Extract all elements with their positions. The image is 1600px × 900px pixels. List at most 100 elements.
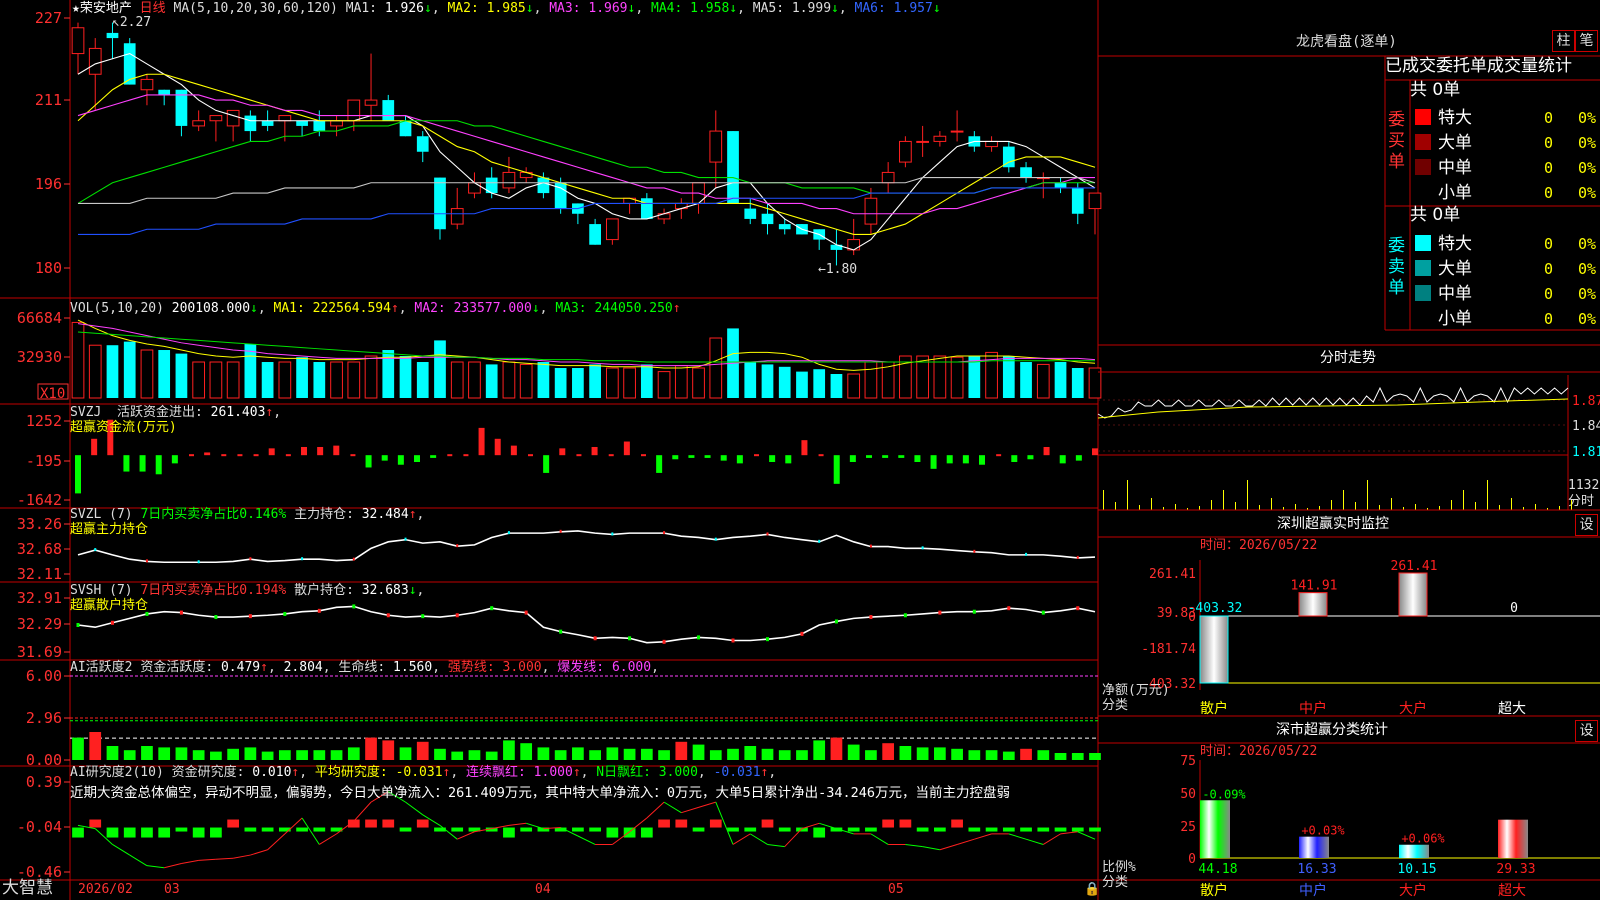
svzj-bar-out [736,455,743,464]
ai1-bar [727,748,739,760]
ai2-line-seg [1025,838,1044,845]
vol-bar-up [623,367,636,399]
ai1-bar [865,750,877,760]
ai2-red: 1.000 [533,765,573,780]
ai2-bar-down [175,827,188,832]
svzj-bar-out [75,455,81,494]
svzj-bar-out [543,455,550,473]
ai1-title2: 生命线: [338,660,386,675]
ma3-label: MA3: [549,1,581,16]
ai2-n: 3.000 [658,765,698,780]
intraday-vol-bar [1103,490,1104,510]
ai2-bar-down [158,827,171,838]
candle-body-up [226,109,240,127]
svsh-axis-tick: 32.91 [17,589,62,607]
classify-settings-button[interactable]: 设 [1575,720,1598,742]
svzj-bar-out [866,455,872,458]
candle-body-down [399,120,412,137]
ai2-line-seg [353,801,372,822]
vol-ma2-arrow: ↓ [531,301,540,316]
ai1-bar [934,747,946,760]
vol-bar-down [123,341,136,398]
svzj-bar-zero [754,454,759,457]
price-axis-tick: 196 [35,175,62,193]
intraday-vol-bar [1127,480,1128,510]
vol-bar-down [434,340,446,398]
intraday-avg-line [1097,398,1569,419]
svzj-bar-out [414,455,420,463]
ai2-last-arrow: ↑ [760,765,769,780]
ai1-bar [330,750,343,760]
ai2-bar-down [451,827,464,832]
classify-value: 16.33 [1297,862,1336,877]
ai1-bar [382,740,395,760]
svsh-value: 32.683 [361,583,409,598]
svzj-bar-in [1092,448,1098,456]
ai1-bar [761,748,774,760]
ai1-bar [709,750,722,760]
vol-value: 200108.000 [171,301,251,316]
svzj-label: SVZJ [70,405,102,420]
vol-bar-down [761,364,774,398]
svzj-bar-zero [463,454,469,457]
ai2-bar-down [106,827,119,838]
svzl-marker [197,560,200,564]
ai1-bar [503,740,515,760]
vol-bar-up [140,349,154,399]
ai1-bar [882,743,895,760]
intraday-vol-label: 11322 [1568,478,1600,493]
candle-body-down [158,89,171,95]
candle-body-up [502,171,516,189]
classify-cat-label: 分类 [1102,875,1129,890]
svzl-axis-tick: 33.26 [17,515,62,533]
low-note: ←1.80 [818,262,858,277]
buy-row-name: 特大 [1438,108,1472,128]
ai2-bar-up [675,819,688,828]
monitor-cat-label: 分类 [1102,698,1129,713]
svzj-bar-zero [285,454,291,457]
svzj-bar-out [1059,455,1066,464]
vol-bar-up [1036,363,1050,399]
ai1-bar [296,750,308,760]
buy-side-label: 委买单 [1388,110,1405,172]
intraday-vol-bar [1535,504,1536,510]
classify-tick: 25 [1180,820,1196,835]
svsh-marker [1076,606,1080,611]
main-header: ★荣安地产 日线 MA(5,10,20,30,60,120) MA1: 1.92… [72,1,941,16]
ai2-bar-down [1020,827,1032,832]
ai1-bar [158,747,171,760]
svzj-bar-in [91,438,98,456]
lock-icon[interactable]: 🔒 [1084,882,1100,897]
svsh-marker [800,631,804,636]
ai2-line-seg [146,865,165,869]
ai2-line-seg [681,806,699,814]
vol-bar-up [674,365,688,399]
vol-bar-down [830,374,843,398]
classify-bar [1299,836,1329,858]
svzj-bar-in [510,445,517,456]
ma5-arrow: ↓ [831,1,839,16]
svzj-bar-out [962,455,969,464]
vol-bar-down [313,362,326,398]
ai2-line-seg [922,846,940,851]
ai2-bar-up [365,819,377,828]
svsh-marker [283,611,287,616]
ma1-arrow: ↓ [423,1,432,16]
vol-bar-down [158,350,171,398]
classify-title: 深市超赢分类统计 [1276,722,1388,738]
tick-mode-button[interactable]: 笔 [1575,30,1598,52]
svzj-bar-out [833,455,840,484]
intraday-vol-bar [1319,506,1320,510]
bar-mode-button[interactable]: 柱 [1552,30,1575,52]
ai2-line-seg [198,858,216,861]
svzl-header: SVZL (7) 7日内买卖净占比0.146% 主力持仓: 32.484↑, [70,507,425,522]
svzj-bar-out [785,455,792,464]
classify-tick: 50 [1180,787,1196,802]
svzl-marker [921,546,924,550]
sell-row-name: 特大 [1438,234,1472,254]
svzj-bar-zero [253,454,259,457]
sell-row-pct: 0% [1578,310,1596,328]
ai2-bar-down [813,827,826,838]
monitor-settings-button[interactable]: 设 [1575,514,1598,536]
monitor-bar [1199,615,1229,684]
